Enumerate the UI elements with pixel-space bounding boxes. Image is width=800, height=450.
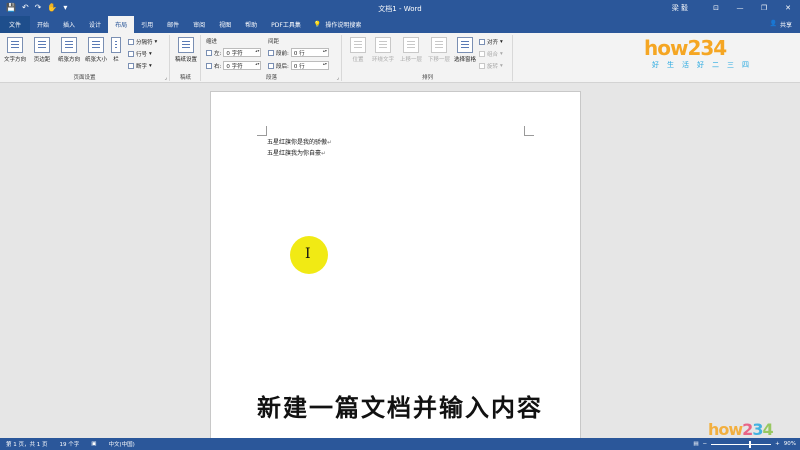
rotate-icon — [479, 63, 485, 69]
margins-icon — [34, 37, 50, 53]
tab-references[interactable]: 引用 — [134, 16, 160, 33]
ribbon-tabs: 文件 开始 插入 设计 布局 引用 邮件 审阅 视图 帮助 PDF工具集 💡 操… — [0, 16, 800, 33]
wrap-text-button[interactable]: 环绕文字 — [369, 37, 397, 63]
group-paragraph: 缩进 间距 左: 0 字符 右: 0 字符 段前: 0 行 段后: 0 行 段落… — [202, 35, 342, 81]
margin-corner-top-left — [257, 126, 267, 136]
send-backward-button[interactable]: 下移一层 — [425, 37, 453, 63]
spacing-before-input[interactable]: 0 行 — [290, 48, 329, 57]
group-page-setup: 文字方向 页边距 纸张方向 纸张大小 栏 分隔符 ▾ 行号 ▾ 断字 ▾ 页面设置 ⌟ — [0, 35, 170, 81]
restore-button[interactable]: ❐ — [752, 4, 776, 12]
indent-label: 缩进 — [206, 39, 218, 45]
text-direction-button[interactable]: 文字方向 — [2, 37, 28, 63]
text-direction-icon — [7, 37, 23, 53]
ribbon-display-icon[interactable]: ⊡ — [704, 4, 728, 12]
zoom-level[interactable]: 90% — [784, 441, 796, 447]
paper-size-icon — [88, 37, 104, 53]
columns-button[interactable]: 栏 — [108, 37, 124, 63]
tell-me-search[interactable]: 💡 操作说明搜索 — [308, 16, 362, 33]
user-name[interactable]: 梁 毅 — [672, 3, 688, 13]
spacing-before-icon — [268, 49, 274, 56]
group-objects-button[interactable]: 组合 ▾ — [479, 50, 503, 58]
language-indicator[interactable]: 中文(中国) — [102, 440, 140, 448]
proofing-icon[interactable]: ▣ — [85, 441, 102, 447]
logo-wordmark: how234 — [644, 36, 727, 60]
paragraph-mark: ↵ — [321, 150, 327, 157]
close-button[interactable]: ✕ — [776, 4, 800, 12]
size-button[interactable]: 纸张大小 — [83, 37, 109, 63]
position-icon — [350, 37, 366, 53]
tab-layout[interactable]: 布局 — [108, 16, 135, 33]
wrap-text-icon — [375, 37, 391, 53]
zoom-out-icon[interactable]: − — [703, 441, 708, 447]
minimize-button[interactable]: — — [728, 4, 752, 12]
send-backward-icon — [431, 37, 447, 53]
logo-slogan: 好生活好二三四 — [652, 61, 757, 69]
columns-icon — [111, 37, 121, 53]
ibeam-cursor-icon: I — [305, 246, 311, 262]
align-button[interactable]: 对齐 ▾ — [479, 38, 503, 46]
video-subtitle: 新建一篇文档并输入内容 — [257, 394, 543, 422]
status-bar: 第 1 页，共 1 页 19 个字 ▣ 中文(中国) ▤ − + 90% — [0, 438, 800, 450]
zoom-in-icon[interactable]: + — [775, 441, 780, 447]
tab-home[interactable]: 开始 — [30, 16, 56, 33]
page-count[interactable]: 第 1 页，共 1 页 — [0, 440, 54, 448]
zoom-slider[interactable] — [711, 440, 772, 448]
group-label-page-setup: 页面设置 — [73, 75, 96, 81]
margins-button[interactable]: 页边距 — [29, 37, 55, 63]
document-line-1[interactable]: 五星红旗你是我的骄傲↵ — [267, 137, 332, 146]
hyphenation-button[interactable]: 断字 ▾ — [128, 62, 152, 70]
selection-pane-button[interactable]: 选择窗格 — [451, 37, 479, 63]
tab-file[interactable]: 文件 — [0, 16, 31, 33]
paragraph-launcher-icon[interactable]: ⌟ — [337, 75, 339, 81]
tab-mailings[interactable]: 邮件 — [160, 16, 186, 33]
spacing-after-icon — [268, 62, 274, 69]
tab-pdf-tools[interactable]: PDF工具集 — [264, 16, 308, 33]
document-line-2[interactable]: 五星红旗我为你自豪↵ — [267, 148, 326, 157]
align-icon — [479, 39, 485, 45]
breaks-button[interactable]: 分隔符 ▾ — [128, 38, 157, 46]
orientation-button[interactable]: 纸张方向 — [56, 37, 82, 63]
tab-view[interactable]: 视图 — [212, 16, 238, 33]
orientation-icon — [61, 37, 77, 53]
tab-help[interactable]: 帮助 — [238, 16, 264, 33]
brand-logo: how234 好生活好二三四 — [644, 36, 774, 70]
indent-right-input[interactable]: 0 字符 — [223, 61, 262, 70]
group-arrange: 位置 环绕文字 上移一层 下移一层 选择窗格 对齐 ▾ 组合 ▾ 旋转 ▾ 排列 — [343, 35, 513, 81]
selection-pane-icon — [457, 37, 473, 53]
tab-review[interactable]: 审阅 — [186, 16, 212, 33]
group-objects-icon — [479, 51, 485, 57]
draft-settings-button[interactable]: 稿纸设置 — [173, 37, 199, 63]
tab-insert[interactable]: 插入 — [56, 16, 82, 33]
draft-paper-icon — [178, 37, 194, 53]
bring-forward-button[interactable]: 上移一层 — [397, 37, 425, 63]
breaks-icon — [128, 39, 134, 45]
indent-right-icon — [206, 62, 212, 69]
line-numbers-icon — [128, 51, 134, 57]
corner-logo: how234 — [708, 420, 774, 439]
tab-design[interactable]: 设计 — [82, 16, 108, 33]
line-numbers-button[interactable]: 行号 ▾ — [128, 50, 152, 58]
indent-left-input[interactable]: 0 字符 — [223, 48, 262, 57]
spacing-after-input[interactable]: 0 行 — [290, 61, 329, 70]
margin-corner-top-right — [524, 126, 534, 136]
rotate-button[interactable]: 旋转 ▾ — [479, 62, 503, 70]
indent-left-icon — [206, 49, 212, 56]
page-setup-launcher-icon[interactable]: ⌟ — [165, 75, 167, 81]
group-draft: 稿纸设置 稿纸 — [171, 35, 201, 81]
group-label-arrange: 排列 — [421, 75, 433, 81]
focus-mode-icon[interactable]: ▤ — [693, 441, 698, 447]
person-icon: 👤 — [769, 20, 777, 27]
title-bar: 💾 ↶ ↷ ✋ ▾ 文档1 - Word 梁 毅 ⊡ — ❐ ✕ — [0, 0, 800, 16]
paragraph-mark: ↵ — [327, 139, 333, 146]
share-button[interactable]: 👤 共享 — [770, 20, 793, 29]
spacing-label: 间距 — [268, 39, 280, 45]
lightbulb-icon: 💡 — [313, 21, 322, 28]
hyphenation-icon — [128, 63, 134, 69]
position-button[interactable]: 位置 — [345, 37, 371, 63]
group-label-paragraph: 段落 — [265, 75, 277, 81]
group-label-draft: 稿纸 — [179, 75, 191, 81]
bring-forward-icon — [403, 37, 419, 53]
word-count[interactable]: 19 个字 — [54, 440, 86, 448]
